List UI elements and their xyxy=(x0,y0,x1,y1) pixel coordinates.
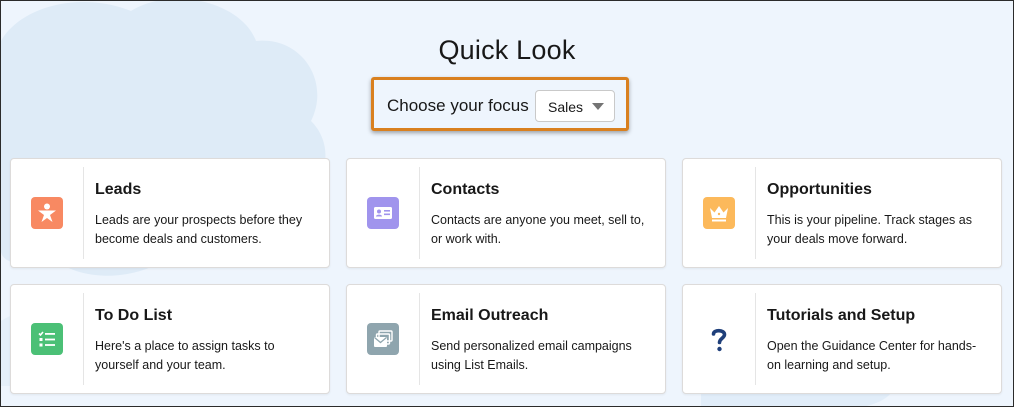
card-title: Contacts xyxy=(431,181,500,198)
card-contacts[interactable]: Contacts Contacts are anyone you meet, s… xyxy=(346,158,666,268)
card-title: Tutorials and Setup xyxy=(767,307,916,324)
page-title: Quick Look xyxy=(438,35,576,65)
card-email-outreach[interactable]: Email Outreach Send personalized email c… xyxy=(346,284,666,394)
card-description: Here's a place to assign tasks to yourse… xyxy=(95,339,275,372)
card-title: To Do List xyxy=(95,307,173,324)
card-description: Leads are your prospects before they bec… xyxy=(95,213,303,246)
card-divider xyxy=(419,167,420,259)
opportunities-icon xyxy=(703,197,735,229)
focus-dropdown-value: Sales xyxy=(548,99,584,115)
card-leads[interactable]: Leads Leads are your prospects before th… xyxy=(10,158,330,268)
card-title: Opportunities xyxy=(767,181,872,198)
card-tutorials-and-setup[interactable]: Tutorials and Setup Open the Guidance Ce… xyxy=(682,284,1002,394)
card-title: Email Outreach xyxy=(431,307,549,324)
card-divider xyxy=(755,293,756,385)
email-outreach-icon xyxy=(367,323,399,355)
contacts-icon xyxy=(367,197,399,229)
card-description: This is your pipeline. Track stages as y… xyxy=(767,213,972,246)
focus-dropdown[interactable]: Sales xyxy=(535,90,615,122)
card-description: Open the Guidance Center for hands-on le… xyxy=(767,339,977,372)
todo-list-icon xyxy=(31,323,63,355)
card-divider xyxy=(83,293,84,385)
card-opportunities[interactable]: Opportunities This is your pipeline. Tra… xyxy=(682,158,1002,268)
card-divider xyxy=(755,167,756,259)
card-title: Leads xyxy=(95,181,142,198)
chevron-down-icon xyxy=(592,103,604,110)
card-divider xyxy=(83,167,84,259)
leads-icon xyxy=(31,197,63,229)
card-to-do-list[interactable]: To Do List Here's a place to assign task… xyxy=(10,284,330,394)
card-description: Send personalized email campaigns using … xyxy=(431,339,632,372)
question-mark-icon xyxy=(703,323,735,355)
card-divider xyxy=(419,293,420,385)
focus-label: Choose your focus xyxy=(387,96,529,115)
focus-selector-highlight: Choose your focus Sales xyxy=(371,77,629,131)
card-description: Contacts are anyone you meet, sell to, o… xyxy=(431,213,645,246)
quick-look-panel: Quick Look Choose your focus Sales Leads… xyxy=(0,0,1014,407)
